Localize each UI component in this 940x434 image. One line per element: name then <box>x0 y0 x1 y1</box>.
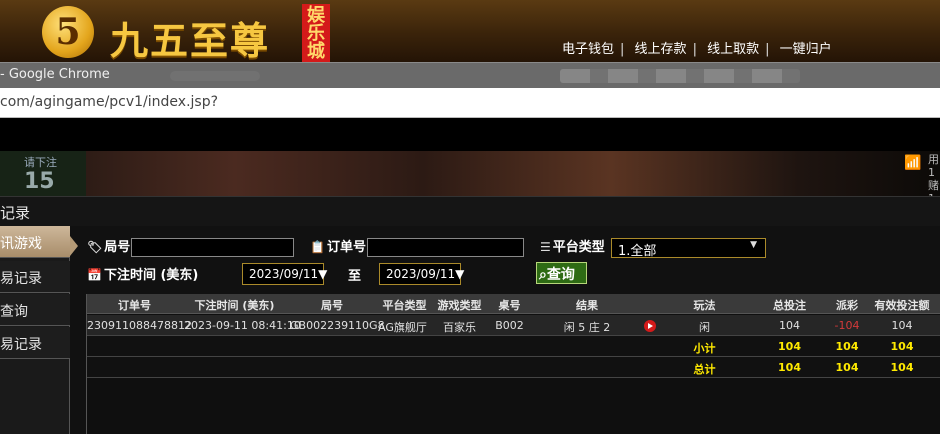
order-input[interactable] <box>367 238 524 257</box>
subtotal-label: 小计 <box>693 342 716 355</box>
blurred-graphic <box>170 71 260 81</box>
time-label: 📅 下注时间 (美东) <box>87 268 199 283</box>
cell-time: 2023-09-11 08:41:10 <box>184 319 301 332</box>
th-platform: 平台类型 <box>382 299 427 312</box>
th-table: 桌号 <box>498 299 521 312</box>
th-valid-bet: 有效投注额 <box>874 299 930 312</box>
th-game: 游戏类型 <box>437 299 482 312</box>
query-button[interactable]: ⌕查询 <box>536 262 587 284</box>
logo-icon: 5 <box>42 6 94 58</box>
th-play: 玩法 <box>693 299 716 312</box>
address-bar[interactable]: com/agingame/pcv1/index.jsp? <box>0 88 940 118</box>
cell-total-bet: 104 <box>779 319 800 332</box>
section-title: 记录 <box>0 204 31 222</box>
bet-countdown: 请下注 15 <box>0 151 86 196</box>
total-row: 总计 104 104 104 <box>87 357 940 378</box>
brand-name: 九五至尊 <box>110 18 271 63</box>
section-header: 记录 <box>0 196 940 226</box>
tag-icon: 🏷 <box>87 240 103 254</box>
list-icon: ☰ <box>540 240 551 254</box>
th-payout: 派彩 <box>836 299 858 312</box>
th-order: 订单号 <box>118 299 151 312</box>
top-nav: 电子钱包 | 线上存款 | 线上取款 | 一键归户 <box>562 42 832 57</box>
cell-platform: AG旗舰厅 <box>378 321 427 334</box>
nav-deposit[interactable]: 线上存款 <box>635 42 687 57</box>
cell-result: 闲 5 庄 2 <box>563 321 611 334</box>
th-time: 下注时间 (美东) <box>194 299 275 312</box>
total-total-bet: 104 <box>778 361 801 374</box>
subtotal-row: 小计 104 104 104 <box>87 336 940 357</box>
subtotal-payout: 104 <box>835 340 859 353</box>
countdown-value: 15 <box>24 169 55 194</box>
cell-round: GB002239110G8 <box>290 319 385 332</box>
calendar-icon: 📅 <box>87 268 102 282</box>
active-arrow <box>70 236 78 256</box>
date-from-input[interactable]: 2023/09/11▼ <box>242 263 327 285</box>
sidebar-item-record[interactable]: 易记录 <box>0 327 70 359</box>
date-to-input[interactable]: 2023/09/11▼ <box>379 263 464 285</box>
sidebar-item-game[interactable]: 讯游戏 <box>0 226 70 258</box>
sidebar: 讯游戏 易记录 查询 易记录 <box>0 226 70 434</box>
sidebar-item-query[interactable]: 查询 <box>0 294 70 326</box>
nav-consolidate[interactable]: 一键归户 <box>780 42 832 57</box>
total-valid-bet: 104 <box>890 361 914 374</box>
nav-withdraw[interactable]: 线上取款 <box>707 42 759 57</box>
wifi-icon: 📶 <box>904 155 922 171</box>
sidebar-item-trade-record[interactable]: 易记录 <box>0 261 70 293</box>
cell-table: B002 <box>495 319 524 332</box>
total-label: 总计 <box>693 363 716 376</box>
cell-payout: -104 <box>834 319 860 332</box>
th-result: 结果 <box>576 299 598 312</box>
cell-play: 闲 <box>699 321 710 334</box>
round-input[interactable] <box>131 238 294 257</box>
chevron-down-icon: ▼ <box>750 240 757 250</box>
th-round: 局号 <box>321 299 343 312</box>
game-video-strip: 请下注 15 📶 用 1 赌 1 <box>0 151 940 205</box>
window-titlebar: - Google Chrome <box>0 62 940 88</box>
nav-wallet[interactable]: 电子钱包 <box>562 42 614 57</box>
table-header: 订单号 下注时间 (美东) 局号 平台类型 游戏类型 桌号 结果 玩法 总投注 … <box>87 294 940 314</box>
cell-valid-bet: 104 <box>891 319 913 332</box>
order-label: 📋 订单号 <box>310 240 366 255</box>
subtotal-total-bet: 104 <box>778 340 801 353</box>
subtotal-valid-bet: 104 <box>890 340 914 353</box>
to-label: 至 <box>348 269 362 284</box>
play-video-icon[interactable] <box>644 320 656 332</box>
black-band <box>0 118 940 151</box>
brand-badge: 娱乐城 <box>302 4 330 62</box>
search-icon: ⌕ <box>539 267 547 283</box>
cell-order: 230911088478812 <box>87 319 192 332</box>
table-row[interactable]: 230911088478812 2023-09-11 08:41:10 GB00… <box>87 315 940 336</box>
platform-select[interactable]: 1.全部 ▼ <box>611 238 766 259</box>
cell-game: 百家乐 <box>443 321 476 334</box>
brand-banner: 5 九五至尊 娱乐城 电子钱包 | 线上存款 | 线上取款 | 一键归户 <box>0 0 940 63</box>
window-title: - Google Chrome <box>0 67 110 82</box>
blurred-account-info <box>560 69 800 83</box>
records-table: 订单号 下注时间 (美东) 局号 平台类型 游戏类型 桌号 结果 玩法 总投注 … <box>86 294 940 434</box>
total-payout: 104 <box>835 361 859 374</box>
round-label: 🏷 局号 <box>87 240 131 255</box>
clipboard-icon: 📋 <box>310 240 325 254</box>
platform-label: ☰ 平台类型 <box>540 240 605 255</box>
th-total-bet: 总投注 <box>773 299 806 312</box>
url-text: com/agingame/pcv1/index.jsp? <box>0 94 219 110</box>
bet-label: 请下注 <box>24 156 57 169</box>
